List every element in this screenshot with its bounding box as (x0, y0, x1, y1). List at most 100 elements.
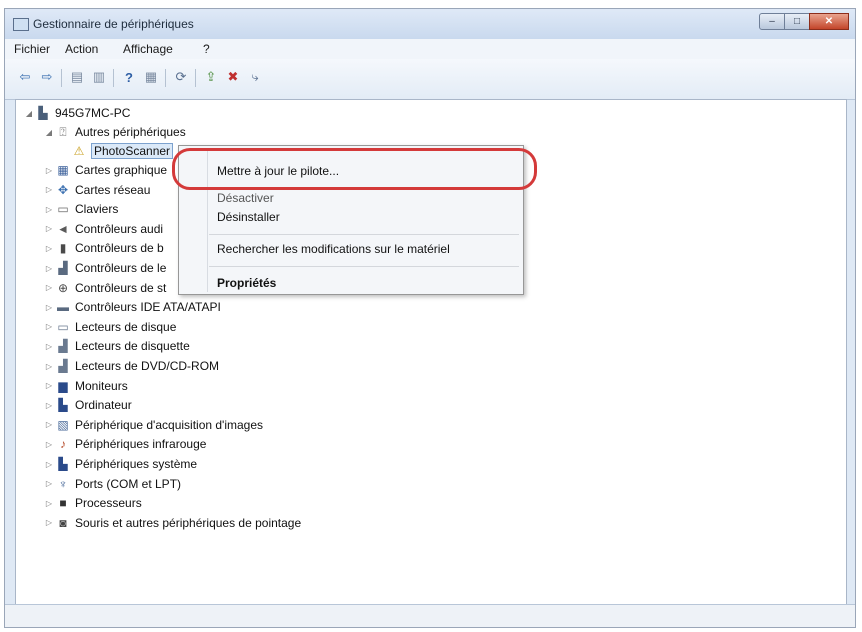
tree-root-label: 945G7MC-PC (55, 106, 131, 120)
collapse-triangle-icon[interactable]: ◢ (44, 128, 54, 137)
processor-icon: ■ (59, 496, 67, 511)
tree-item-autres-peripheriques[interactable]: ◢ ⍰ Autres périphériques (44, 123, 186, 141)
expand-triangle-icon[interactable]: ▷ (44, 166, 54, 175)
menu-item-uninstall[interactable]: Désinstaller (217, 210, 280, 224)
computer-icon: ▙ (38, 106, 48, 120)
tree-item-category[interactable]: ▷ ▟ Lecteurs de DVD/CD-ROM (44, 357, 219, 375)
tree-item-label: Autres périphériques (75, 125, 186, 139)
warning-device-icon: ⚠ (73, 144, 85, 158)
disk-drive-icon: ▭ (57, 319, 69, 334)
dvd-drive-icon: ▟ (58, 359, 68, 373)
show-hidden-icon[interactable]: ▦ (143, 69, 159, 85)
tree-item-label: Claviers (75, 202, 119, 217)
title-bar[interactable]: Gestionnaire de périphériques – □ ✕ (5, 9, 855, 39)
tree-item-label: Moniteurs (75, 378, 128, 393)
tree-root[interactable]: ◢ ▙ 945G7MC-PC (24, 104, 130, 122)
device-manager-icon (13, 18, 29, 31)
menu-fichier[interactable]: Fichier (14, 42, 50, 56)
display-adapter-icon: ▦ (57, 163, 69, 177)
menu-affichage[interactable]: Affichage (123, 42, 173, 56)
tree-item-category[interactable]: ▷ ▭ Claviers (44, 200, 118, 218)
scan-hardware-icon[interactable]: ⟳ (173, 69, 189, 85)
tree-item-label: Ordinateur (75, 398, 132, 413)
tree-item-label: Périphérique d'acquisition d'images (75, 417, 264, 432)
collapse-triangle-icon[interactable]: ◢ (24, 109, 34, 118)
expand-triangle-icon[interactable]: ▷ (44, 342, 54, 351)
expand-triangle-icon[interactable]: ▷ (44, 283, 54, 292)
minimize-button[interactable]: – (759, 13, 785, 30)
expand-triangle-icon[interactable]: ▷ (44, 205, 54, 214)
unknown-device-icon: ⍰ (59, 125, 67, 139)
system-device-icon: ▙ (58, 457, 68, 471)
window-controls: – □ ✕ (759, 13, 849, 30)
tree-item-label: Contrôleurs audi (75, 221, 164, 236)
uninstall-icon[interactable]: ✖ (225, 69, 241, 85)
tree-item-category[interactable]: ▷ ▬ Contrôleurs IDE ATA/ATAPI (44, 298, 221, 316)
tree-item-category[interactable]: ▷ ▮ Contrôleurs de b (44, 239, 164, 257)
close-button[interactable]: ✕ (809, 13, 849, 30)
toolbar-separator (165, 69, 166, 87)
expand-triangle-icon[interactable]: ▷ (44, 420, 54, 429)
mouse-icon: ◙ (59, 515, 67, 530)
tree-item-label: Contrôleurs IDE ATA/ATAPI (75, 300, 221, 315)
tree-item-category[interactable]: ▷ ◄ Contrôleurs audi (44, 220, 163, 238)
tree-item-category[interactable]: ▷ ✥ Cartes réseau (44, 181, 150, 199)
expand-triangle-icon[interactable]: ▷ (44, 499, 54, 508)
expand-triangle-icon[interactable]: ▷ (44, 381, 54, 390)
tree-item-label: Contrôleurs de b (75, 241, 164, 256)
expand-triangle-icon[interactable]: ▷ (44, 518, 54, 527)
menu-item-disable[interactable]: Désactiver (217, 191, 274, 205)
tree-item-label: Cartes réseau (75, 182, 151, 197)
tree-item-label: Lecteurs de disquette (75, 339, 190, 354)
tree-item-label: Lecteurs de DVD/CD-ROM (75, 359, 220, 373)
expand-triangle-icon[interactable]: ▷ (44, 303, 54, 312)
expand-triangle-icon[interactable]: ▷ (44, 401, 54, 410)
expand-triangle-icon[interactable]: ▷ (44, 362, 54, 371)
status-bar (5, 604, 855, 627)
tree-item-label: Processeurs (75, 496, 142, 511)
tree-item-category[interactable]: ▷ ▆ Moniteurs (44, 377, 128, 395)
tree-item-category[interactable]: ▷ ♪ Périphériques infrarouge (44, 435, 207, 453)
menu-help[interactable]: ? (203, 42, 210, 56)
expand-triangle-icon[interactable]: ▷ (44, 224, 54, 233)
update-icon[interactable]: ▥ (91, 69, 107, 85)
toolbar-separator (61, 69, 62, 87)
disable-icon[interactable]: ⤷ (247, 69, 263, 85)
expand-triangle-icon[interactable]: ▷ (44, 440, 54, 449)
monitor-icon: ▆ (58, 378, 68, 393)
expand-triangle-icon[interactable]: ▷ (44, 479, 54, 488)
tree-item-category[interactable]: ▷ ▙ Périphériques système (44, 455, 197, 473)
properties-icon[interactable]: ▤ (69, 69, 85, 85)
menu-item-properties[interactable]: Propriétés (217, 276, 276, 290)
menu-item-scan-changes[interactable]: Rechercher les modifications sur le maté… (217, 242, 450, 256)
tree-item-category[interactable]: ▷ ⊕ Contrôleurs de st (44, 279, 166, 297)
keyboard-icon: ▭ (57, 202, 69, 217)
tree-item-category[interactable]: ▷ ▙ Ordinateur (44, 396, 132, 414)
tree-item-category[interactable]: ▷ ▧ Périphérique d'acquisition d'images (44, 416, 263, 434)
toolbar-separator (195, 69, 196, 87)
tree-item-photoscanner[interactable]: ⚠ PhotoScanner (72, 142, 174, 160)
tree-item-category[interactable]: ▷ ▦ Cartes graphique (44, 161, 167, 179)
highlight-ring (172, 148, 537, 190)
expand-triangle-icon[interactable]: ▷ (44, 244, 54, 253)
floppy-drive-icon: ▟ (58, 339, 68, 354)
tree-item-category[interactable]: ▷ ▟ Lecteurs de disquette (44, 337, 190, 355)
tree-item-category[interactable]: ▷ ◙ Souris et autres périphériques de poin… (44, 514, 301, 532)
tree-item-category[interactable]: ▷ ♆ Ports (COM et LPT) (44, 475, 181, 493)
tree-item-label: Lecteurs de disque (75, 319, 177, 334)
forward-arrow-icon[interactable]: ⇨ (39, 69, 55, 85)
menu-action[interactable]: Action (65, 42, 98, 56)
back-arrow-icon[interactable]: ⇦ (17, 69, 33, 85)
expand-triangle-icon[interactable]: ▷ (44, 460, 54, 469)
menu-bar: Fichier Action Affichage ? (5, 39, 855, 59)
help-icon[interactable]: ? (121, 69, 137, 85)
tree-item-category[interactable]: ▷ ▭ Lecteurs de disque (44, 318, 176, 336)
tree-item-category[interactable]: ▷ ■ Processeurs (44, 494, 142, 512)
update-driver-icon[interactable]: ⇪ (203, 69, 219, 85)
expand-triangle-icon[interactable]: ▷ (44, 264, 54, 273)
tree-item-category[interactable]: ▷ ▟ Contrôleurs de le (44, 259, 166, 277)
maximize-button[interactable]: □ (784, 13, 810, 30)
expand-triangle-icon[interactable]: ▷ (44, 185, 54, 194)
expand-triangle-icon[interactable]: ▷ (44, 322, 54, 331)
tree-item-label: Périphériques système (75, 457, 198, 471)
